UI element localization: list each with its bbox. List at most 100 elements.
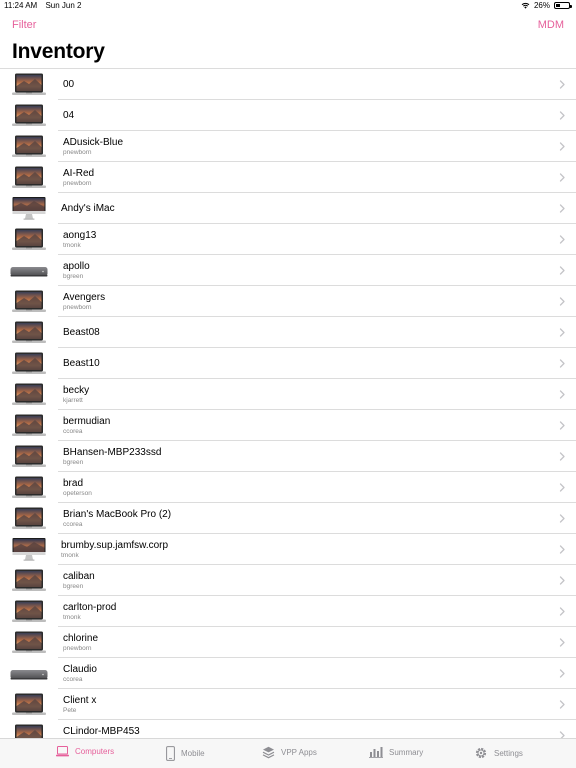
chevron-right-icon — [559, 359, 565, 368]
list-item[interactable]: ADusick-Blue pnewborn — [0, 131, 576, 162]
list-item[interactable]: chlorine pnewborn — [0, 627, 576, 658]
list-item[interactable]: AI-Red pnewborn — [0, 162, 576, 193]
computer-name: chlorine — [63, 633, 99, 644]
chevron-right-icon — [559, 235, 565, 244]
macbook-icon — [12, 445, 46, 468]
list-item[interactable]: brad opeterson — [0, 472, 576, 503]
computer-name: 04 — [63, 110, 75, 121]
list-item[interactable]: 00 — [0, 69, 576, 100]
computer-username: ccorea — [63, 428, 83, 435]
chevron-right-icon — [559, 111, 565, 120]
computer-username: bgreen — [63, 459, 84, 466]
list-item[interactable]: Andy's iMac — [0, 193, 576, 224]
mdm-button[interactable]: MDM — [538, 19, 564, 31]
computer-name: bermudian — [63, 416, 111, 427]
computer-username: pnewborn — [63, 304, 92, 311]
tab-computers[interactable]: Computers — [56, 746, 114, 757]
computer-name: Brian's MacBook Pro (2) — [63, 509, 172, 520]
list-item[interactable]: carlton-prod tmonk — [0, 596, 576, 627]
computer-name: Beast08 — [63, 327, 100, 338]
chevron-right-icon — [559, 204, 565, 213]
chevron-right-icon — [559, 731, 565, 738]
tab-summary[interactable]: Summary — [369, 746, 423, 758]
bar-chart-icon — [369, 746, 383, 758]
list-item[interactable]: aong13 tmonk — [0, 224, 576, 255]
computer-name: brumby.sup.jamfsw.corp — [61, 540, 169, 551]
computer-username: opeterson — [63, 490, 92, 497]
macbook-icon — [12, 414, 46, 437]
chevron-right-icon — [559, 173, 565, 182]
macbook-icon — [12, 290, 46, 313]
mac-mini-icon — [10, 259, 48, 282]
list-item[interactable]: brumby.sup.jamfsw.corp tmonk — [0, 534, 576, 565]
computer-name: ADusick-Blue — [63, 137, 124, 148]
chevron-right-icon — [559, 297, 565, 306]
page-title: Inventory — [12, 40, 105, 63]
tab-vpp-apps[interactable]: VPP Apps — [262, 746, 317, 759]
inventory-list[interactable]: 00 04 ADusick-Blue pnewborn AI-Red pnewborn An… — [0, 68, 576, 738]
chevron-right-icon — [559, 669, 565, 678]
status-bar: 11:24 AM Sun Jun 2 26% — [0, 0, 576, 12]
computer-name: apollo — [63, 261, 90, 272]
chevron-right-icon — [559, 80, 565, 89]
computer-name: brad — [63, 478, 84, 489]
chevron-right-icon — [559, 545, 565, 554]
chevron-right-icon — [559, 700, 565, 709]
computer-name: aong13 — [63, 230, 97, 241]
list-item[interactable]: 04 — [0, 100, 576, 131]
list-item[interactable]: CLindor-MBP453kjarrett — [0, 720, 576, 738]
list-item[interactable]: Beast10 — [0, 348, 576, 379]
layers-icon — [262, 746, 275, 759]
imac-icon — [12, 197, 46, 220]
tab-mobile[interactable]: Mobile — [166, 746, 205, 761]
gear-icon — [474, 746, 488, 760]
chevron-right-icon — [559, 421, 565, 430]
phone-icon — [166, 746, 175, 761]
chevron-right-icon — [559, 514, 565, 523]
list-item[interactable]: caliban bgreen — [0, 565, 576, 596]
computer-name: carlton-prod — [63, 602, 117, 613]
computer-name: Beast10 — [63, 358, 100, 369]
macbook-icon — [12, 600, 46, 623]
filter-button[interactable]: Filter — [12, 19, 36, 31]
list-item[interactable]: apollo bgreen — [0, 255, 576, 286]
computer-username: ccorea — [63, 521, 83, 528]
list-item[interactable]: Beast08 — [0, 317, 576, 348]
computer-name: 00 — [63, 79, 75, 90]
chevron-right-icon — [559, 483, 565, 492]
list-item[interactable]: Avengers pnewborn — [0, 286, 576, 317]
computer-name: Client x — [63, 695, 97, 706]
tab-settings[interactable]: Settings — [474, 746, 523, 760]
computer-username: pnewborn — [63, 149, 92, 156]
computer-name: AI-Red — [63, 168, 95, 179]
list-item[interactable]: Claudio ccorea — [0, 658, 576, 689]
macbook-icon — [12, 321, 46, 344]
computer-username: tmonk — [63, 242, 81, 249]
tab-label: Settings — [494, 748, 523, 758]
list-item[interactable]: BHansen-MBP233ssd bgreen — [0, 441, 576, 472]
list-item[interactable]: bermudian ccorea — [0, 410, 576, 441]
macbook-icon — [12, 631, 46, 654]
computer-name: Claudio — [63, 664, 97, 675]
computer-name: caliban — [63, 571, 95, 582]
macbook-icon — [12, 693, 46, 716]
battery-icon — [554, 2, 572, 9]
imac-icon — [12, 538, 46, 561]
computer-username: bgreen — [63, 583, 84, 590]
computer-name: Andy's iMac — [61, 203, 115, 214]
chevron-right-icon — [559, 638, 565, 647]
chevron-right-icon — [559, 390, 565, 399]
chevron-right-icon — [559, 452, 565, 461]
macbook-icon — [12, 724, 46, 738]
list-item[interactable]: Brian's MacBook Pro (2) ccorea — [0, 503, 576, 534]
computer-username: kjarrett — [63, 397, 83, 404]
macbook-icon — [12, 104, 46, 127]
computer-name: Avengers — [63, 292, 106, 303]
computer-username: tmonk — [61, 552, 79, 559]
tab-bar: Computers Mobile VPP Apps Summary Settings — [0, 738, 576, 768]
chevron-right-icon — [559, 576, 565, 585]
computer-name: CLindor-MBP453 — [63, 726, 140, 737]
computer-username: Pete — [63, 707, 77, 714]
list-item[interactable]: Client x Pete — [0, 689, 576, 720]
list-item[interactable]: becky kjarrett — [0, 379, 576, 410]
